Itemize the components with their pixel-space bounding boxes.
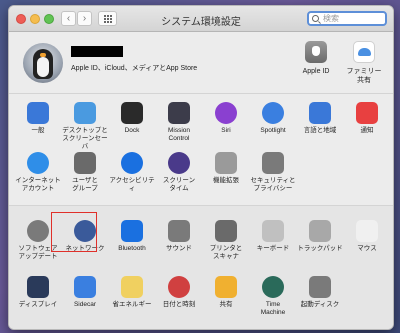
sharing-item[interactable]: 共有 xyxy=(202,276,250,309)
user-section: Apple ID、iCloud、メディアとApp Store Apple ID … xyxy=(9,32,393,94)
screen-time-item[interactable]: スクリーン タイム xyxy=(155,152,203,193)
spotlight-label: Spotlight xyxy=(260,127,286,134)
language-region-icon xyxy=(309,102,331,124)
sound-icon xyxy=(168,220,190,242)
extensions-icon xyxy=(215,152,237,174)
dock-icon xyxy=(121,102,143,124)
energy-saver-label: 省エネルギー xyxy=(112,301,152,308)
users-groups-item[interactable]: ユーザと グループ xyxy=(61,152,109,193)
user-name-redacted xyxy=(71,46,123,57)
time-machine-item[interactable]: Time Machine xyxy=(249,276,297,317)
sharing-label: 共有 xyxy=(219,301,233,308)
bluetooth-label: Bluetooth xyxy=(118,245,146,252)
software-update-icon xyxy=(27,220,49,242)
keyboard-item[interactable]: キーボード xyxy=(249,220,297,253)
extensions-label: 機能拡張 xyxy=(213,177,239,184)
date-time-label: 日付と時刻 xyxy=(162,301,196,308)
users-groups-label: ユーザと グループ xyxy=(72,177,98,192)
network-highlight-box xyxy=(51,212,97,252)
startup-disk-item[interactable]: 起動ディスク xyxy=(296,276,344,309)
search-icon xyxy=(312,15,319,22)
startup-disk-label: 起動ディスク xyxy=(300,301,340,308)
spotlight-item[interactable]: Spotlight xyxy=(249,102,297,135)
notifications-item[interactable]: 通知 xyxy=(343,102,391,135)
spotlight-icon xyxy=(262,102,284,124)
avatar[interactable] xyxy=(23,43,63,83)
internet-accounts-label: インターネット アカウント xyxy=(15,177,61,192)
siri-icon xyxy=(215,102,237,124)
security-privacy-item[interactable]: セキュリティと プライバシー xyxy=(249,152,297,193)
mouse-icon xyxy=(356,220,378,242)
bluetooth-item[interactable]: Bluetooth xyxy=(108,220,156,253)
printers-scanners-label: プリンタと スキャナ xyxy=(209,245,243,260)
printers-scanners-icon xyxy=(215,220,237,242)
printers-scanners-item[interactable]: プリンタと スキャナ xyxy=(202,220,250,261)
general-item[interactable]: 一般 xyxy=(14,102,62,135)
date-time-item[interactable]: 日付と時刻 xyxy=(155,276,203,309)
search-placeholder: 検索 xyxy=(323,14,339,23)
energy-saver-item[interactable]: 省エネルギー xyxy=(108,276,156,309)
sharing-icon xyxy=(215,276,237,298)
trackpad-icon xyxy=(309,220,331,242)
notifications-icon xyxy=(356,102,378,124)
mission-control-icon xyxy=(168,102,190,124)
sidecar-icon xyxy=(74,276,96,298)
language-region-item[interactable]: 言語と地域 xyxy=(296,102,344,135)
family-sharing-label: ファミリー 共有 xyxy=(346,68,382,84)
accessibility-label: アクセシビリティ xyxy=(109,177,155,192)
dock-label: Dock xyxy=(124,127,140,134)
siri-label: Siri xyxy=(221,127,231,134)
mission-control-label: Mission Control xyxy=(167,127,191,142)
extensions-item[interactable]: 機能拡張 xyxy=(202,152,250,185)
search-input[interactable]: 検索 xyxy=(307,11,387,26)
trackpad-label: トラックパッド xyxy=(297,245,343,252)
apple-id-label: Apple ID xyxy=(302,68,330,75)
sidecar-label: Sidecar xyxy=(73,301,97,308)
desktop-screensaver-label: デスクトップと スクリーンセーバ xyxy=(62,127,108,150)
apple-id-item[interactable]: Apple ID xyxy=(294,41,338,76)
desktop-screensaver-icon xyxy=(74,102,96,124)
family-sharing-item[interactable]: ファミリー 共有 xyxy=(342,41,386,85)
users-groups-icon xyxy=(74,152,96,174)
apple-id-icon xyxy=(305,41,327,63)
internet-accounts-icon xyxy=(27,152,49,174)
screen-time-label: スクリーン タイム xyxy=(162,177,196,192)
security-privacy-icon xyxy=(262,152,284,174)
security-privacy-label: セキュリティと プライバシー xyxy=(250,177,296,192)
internet-accounts-item[interactable]: インターネット アカウント xyxy=(14,152,62,193)
siri-item[interactable]: Siri xyxy=(202,102,250,135)
sidecar-item[interactable]: Sidecar xyxy=(61,276,109,309)
keyboard-label: キーボード xyxy=(256,245,290,252)
time-machine-label: Time Machine xyxy=(260,301,286,316)
displays-item[interactable]: ディスプレイ xyxy=(14,276,62,309)
sound-item[interactable]: サウンド xyxy=(155,220,203,253)
titlebar: ‹ › システム環境設定 検索 xyxy=(9,6,393,32)
time-machine-icon xyxy=(262,276,284,298)
notifications-label: 通知 xyxy=(360,127,374,134)
displays-icon xyxy=(27,276,49,298)
user-subtitle[interactable]: Apple ID、iCloud、メディアとApp Store xyxy=(71,63,197,73)
general-label: 一般 xyxy=(31,127,45,134)
family-sharing-icon xyxy=(353,41,375,63)
trackpad-item[interactable]: トラックパッド xyxy=(296,220,344,253)
desktop-screensaver-item[interactable]: デスクトップと スクリーンセーバ xyxy=(61,102,109,151)
keyboard-icon xyxy=(262,220,284,242)
accessibility-item[interactable]: アクセシビリティ xyxy=(108,152,156,193)
startup-disk-icon xyxy=(309,276,331,298)
mouse-item[interactable]: マウス xyxy=(343,220,391,253)
bluetooth-icon xyxy=(121,220,143,242)
sound-label: サウンド xyxy=(166,245,192,252)
system-preferences-window: ‹ › システム環境設定 検索 Apple ID、iCloud、メディアとApp… xyxy=(8,5,394,330)
general-icon xyxy=(27,102,49,124)
mouse-label: マウス xyxy=(357,245,377,252)
screen-time-icon xyxy=(168,152,190,174)
displays-label: ディスプレイ xyxy=(18,301,58,308)
date-time-icon xyxy=(168,276,190,298)
personal-section: 一般 デスクトップと スクリーンセーバ Dock Mission Control Sir… xyxy=(9,94,393,206)
language-region-label: 言語と地域 xyxy=(303,127,337,134)
dock-item[interactable]: Dock xyxy=(108,102,156,135)
accessibility-icon xyxy=(121,152,143,174)
mission-control-item[interactable]: Mission Control xyxy=(155,102,203,143)
energy-saver-icon xyxy=(121,276,143,298)
